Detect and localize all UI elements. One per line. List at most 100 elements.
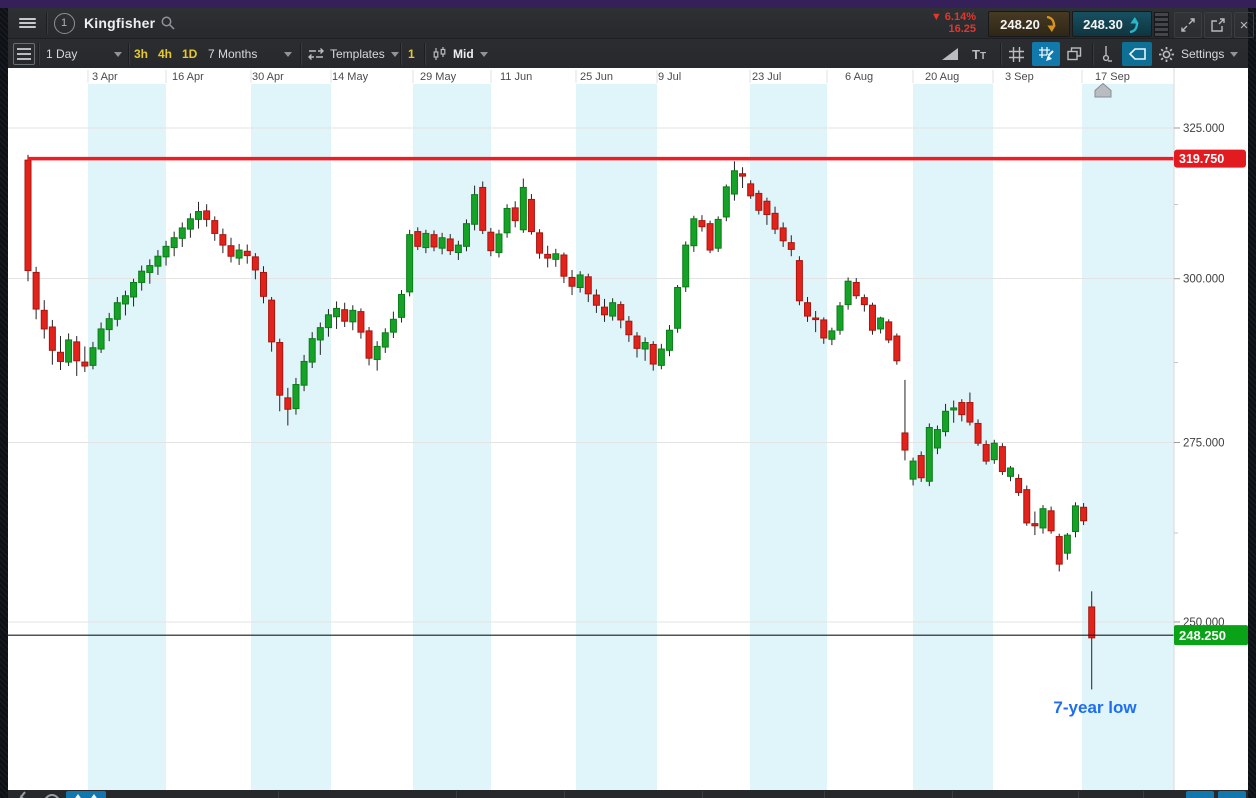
search-button[interactable] (158, 10, 178, 36)
price-up-arrow-icon (1129, 16, 1139, 33)
chevron-down-icon (479, 51, 488, 57)
workspace-link-button[interactable]: 1 (50, 10, 78, 36)
candle (950, 407, 958, 411)
candle (625, 320, 633, 336)
chart-toolbar: 1 Day 3h 4h 1D 7 Months Templates 1 Mid … (8, 38, 1248, 69)
date-label: 14 May (332, 71, 369, 83)
change-absolute: 16.25 (948, 23, 976, 35)
candle (885, 321, 893, 341)
candle (471, 194, 479, 225)
date-label: 9 Jul (658, 71, 681, 83)
draw-pen-icon[interactable] (12, 791, 38, 798)
expand-arrows-icon (1181, 18, 1195, 32)
candle (1071, 505, 1079, 533)
candle (795, 260, 803, 302)
hamburger-menu-button[interactable] (12, 10, 42, 36)
maximize-button[interactable] (1174, 12, 1202, 38)
sell-price-button[interactable]: 248.20 (988, 11, 1070, 37)
settings-dropdown[interactable]: Settings (1158, 42, 1239, 66)
price-mode-dropdown[interactable]: Mid (432, 42, 488, 66)
candle (609, 302, 617, 317)
candle (284, 397, 292, 410)
interval-dropdown[interactable]: 1 Day (46, 42, 122, 66)
price-down-arrow-icon (1046, 15, 1056, 32)
chart-area[interactable]: 325.000 300.000 275.000 250.000 319.750 248.2… (8, 68, 1248, 790)
close-button[interactable]: × (1234, 12, 1254, 38)
text-tool-button[interactable]: TT (972, 42, 986, 66)
time-band (750, 84, 827, 790)
candle (211, 220, 219, 234)
candlestick-chart[interactable]: 325.000300.000275.000250.000319.750248.2… (8, 68, 1248, 790)
panel-button-2[interactable] (1218, 791, 1246, 798)
candle (860, 297, 868, 306)
candle (414, 231, 422, 247)
candle (665, 329, 673, 351)
chevron-down-icon (1230, 51, 1239, 57)
right-edge-panel[interactable] (1248, 8, 1256, 798)
candle (592, 294, 600, 306)
candle (268, 299, 276, 343)
candle (365, 330, 373, 359)
text-tool-icon: TT (972, 46, 987, 62)
popout-button[interactable] (1204, 12, 1232, 38)
candle (308, 338, 316, 363)
date-label: 6 Aug (845, 71, 873, 83)
grid-tool-button[interactable] (1008, 42, 1025, 66)
candle (747, 183, 755, 197)
candle (276, 342, 284, 396)
price-axis[interactable] (1174, 68, 1248, 790)
candle (552, 253, 560, 260)
change-percent: ▼ 6.14% (930, 11, 976, 23)
candle (560, 254, 568, 277)
candle (195, 211, 203, 220)
candle (958, 402, 966, 416)
cascade-windows-button[interactable] (1066, 42, 1083, 66)
candle (454, 244, 462, 254)
quick-interval-1d[interactable]: 1D (182, 42, 197, 66)
candle (154, 255, 162, 267)
gear-icon (1159, 46, 1174, 62)
promote-arrows-button[interactable] (66, 791, 106, 798)
candle (357, 311, 365, 333)
candle (787, 242, 795, 250)
quick-interval-4h[interactable]: 4h (158, 42, 172, 66)
candle (40, 309, 48, 330)
quick-interval-3h[interactable]: 3h (134, 42, 148, 66)
templates-icon (308, 48, 324, 60)
left-edge-panel[interactable] (0, 8, 8, 798)
candle (771, 212, 779, 230)
candle (706, 223, 714, 251)
templates-dropdown[interactable]: Templates (308, 42, 399, 66)
candle (1063, 534, 1071, 554)
candle (479, 186, 487, 231)
candle (243, 250, 251, 257)
candle (113, 302, 121, 320)
buy-price-button[interactable]: 248.30 (1072, 11, 1152, 37)
label-tool-button-active[interactable] (1122, 42, 1152, 66)
candle (398, 293, 406, 318)
zoom-circle-icon[interactable] (42, 792, 64, 798)
depth-tool-button[interactable] (1099, 42, 1113, 66)
candle (527, 198, 535, 233)
grid-pencil-icon (1039, 47, 1054, 61)
multiplier-button[interactable]: 1 (408, 42, 415, 66)
candle (763, 200, 771, 216)
candle (341, 309, 349, 322)
angle-tool-button[interactable] (942, 42, 958, 66)
time-band (1082, 84, 1174, 790)
date-label: 20 Aug (925, 71, 959, 83)
chevron-down-icon (114, 51, 122, 57)
panel-button-1[interactable] (1186, 791, 1214, 798)
candle (186, 218, 194, 230)
candle (438, 237, 446, 249)
draw-tool-button-active[interactable] (1032, 42, 1060, 66)
candle (105, 318, 113, 331)
panel-drag-grip[interactable] (1154, 12, 1169, 37)
range-dropdown[interactable]: 7 Months (208, 42, 292, 66)
candle (430, 234, 438, 248)
candle (324, 314, 332, 329)
range-value: 7 Months (208, 47, 258, 61)
watchlist-button[interactable] (13, 42, 35, 66)
candle (909, 460, 917, 480)
candle (162, 245, 170, 258)
